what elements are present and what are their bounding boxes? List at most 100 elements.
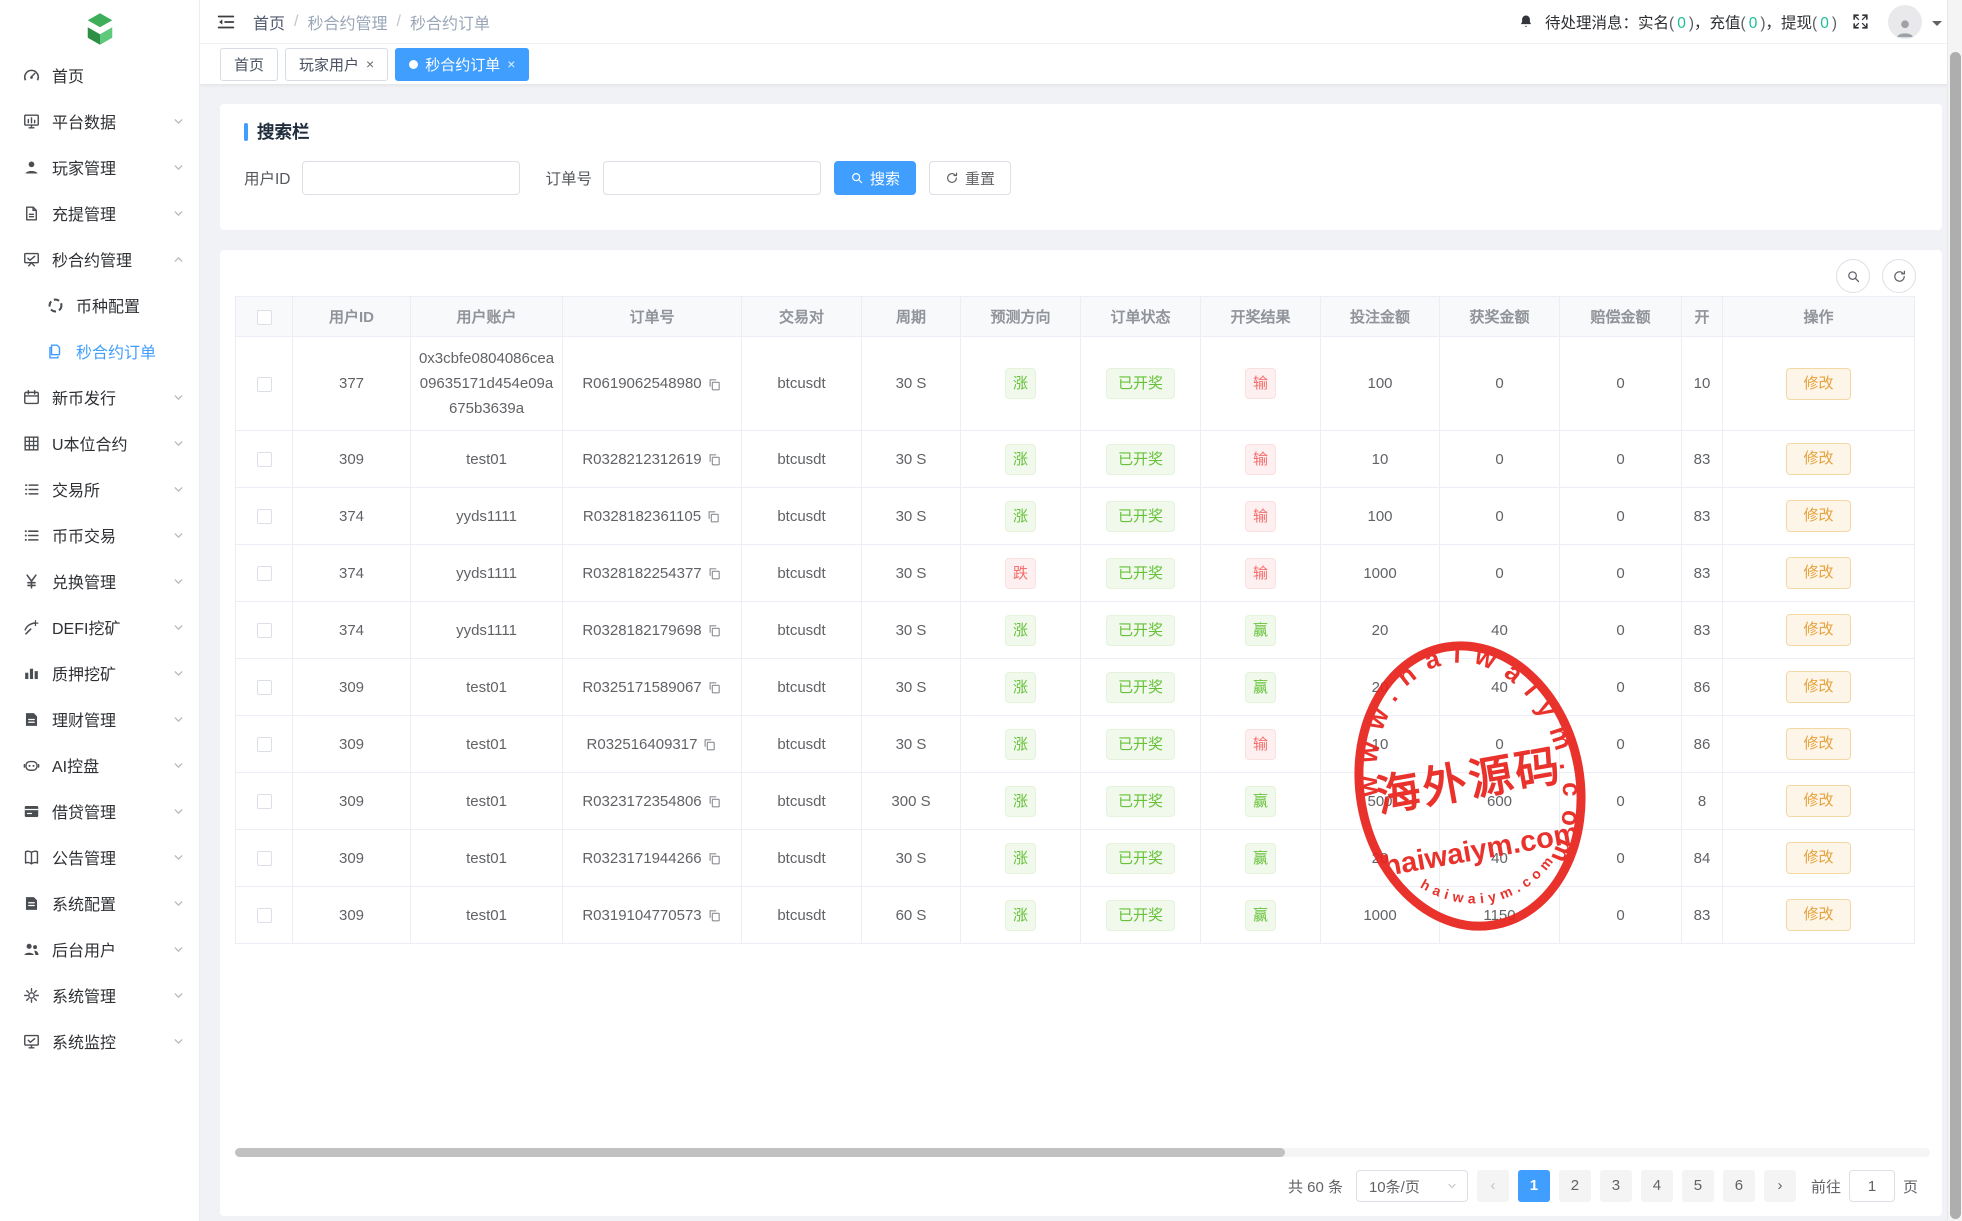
row-checkbox[interactable] [257,737,272,752]
page-button-6[interactable]: 6 [1723,1170,1755,1202]
row-checkbox[interactable] [257,908,272,923]
table-search-button[interactable] [1836,259,1870,293]
win-amount-cell: 0 [1440,545,1560,602]
tab-玩家用户[interactable]: 玩家用户× [285,48,388,81]
sidebar-item-announcement[interactable]: 公告管理 [0,834,199,880]
row-checkbox[interactable] [257,851,272,866]
sidebar-item-defi-mining[interactable]: DEFI挖矿 [0,604,199,650]
edit-button[interactable]: 修改 [1786,728,1850,760]
page-button-2[interactable]: 2 [1559,1170,1591,1202]
copy-icon[interactable] [707,566,722,581]
sidebar-item-seconds-orders[interactable]: 秒合约订单 [0,328,199,374]
row-checkbox[interactable] [257,623,272,638]
edit-button[interactable]: 修改 [1786,899,1850,931]
sidebar-item-lending[interactable]: 借贷管理 [0,788,199,834]
vertical-scrollbar-thumb[interactable] [1950,52,1961,1219]
breadcrumb-item[interactable]: 秒合约管理 [307,10,387,34]
row-checkbox[interactable] [257,377,272,392]
sidebar-item-admin-users[interactable]: 后台用户 [0,926,199,972]
direction-cell: 涨 [961,887,1081,944]
sidebar-item-home[interactable]: 首页 [0,52,199,98]
copy-icon[interactable] [702,737,717,752]
page-button-5[interactable]: 5 [1682,1170,1714,1202]
sidebar-item-spot-trade[interactable]: 币币交易 [0,512,199,558]
vertical-scrollbar [1947,0,1962,1221]
action-cell: 修改 [1723,337,1915,431]
tab-秒合约订单[interactable]: 秒合约订单× [395,48,529,81]
edit-button[interactable]: 修改 [1786,842,1850,874]
edit-button[interactable]: 修改 [1786,785,1850,817]
user-id-input[interactable] [302,161,520,195]
edit-button[interactable]: 修改 [1786,671,1850,703]
table-refresh-button[interactable] [1882,259,1916,293]
close-icon[interactable]: × [507,57,515,71]
page-button-3[interactable]: 3 [1600,1170,1632,1202]
sidebar-item-system-config[interactable]: 系统配置 [0,880,199,926]
prev-page-button[interactable]: ‹ [1477,1170,1509,1202]
page-button-4[interactable]: 4 [1641,1170,1673,1202]
action-cell: 修改 [1723,830,1915,887]
sidebar-item-platform-data[interactable]: 平台数据 [0,98,199,144]
result-badge: 输 [1245,729,1276,760]
sidebar-item-exchange[interactable]: 交易所 [0,466,199,512]
row-checkbox[interactable] [257,794,272,809]
page-size-select[interactable]: 10条/页 [1356,1170,1468,1202]
edit-button[interactable]: 修改 [1786,500,1850,532]
search-button[interactable]: 搜索 [834,161,916,195]
sidebar-item-swap-manage[interactable]: 兑换管理 [0,558,199,604]
sidebar-item-finance[interactable]: 理财管理 [0,696,199,742]
sidebar-item-seconds-contract[interactable]: 秒合约管理 [0,236,199,282]
sidebar-item-system-manage[interactable]: 系统管理 [0,972,199,1018]
copy-icon[interactable] [706,509,721,524]
copy-icon[interactable] [707,908,722,923]
sidebar-item-system-monitor[interactable]: 系统监控 [0,1018,199,1064]
action-cell: 修改 [1723,659,1915,716]
sidebar-item-usdt-contract[interactable]: U本位合约 [0,420,199,466]
sidebar-item-ai-control[interactable]: AI控盘 [0,742,199,788]
horizontal-scrollbar-thumb[interactable] [235,1148,1285,1157]
edit-button[interactable]: 修改 [1786,614,1850,646]
order-no-input[interactable] [603,161,821,195]
column-header: 赔偿金额 [1560,297,1682,337]
goto-page-input[interactable] [1849,1170,1895,1202]
edit-button[interactable]: 修改 [1786,557,1850,589]
bell-icon[interactable] [1517,12,1535,31]
sidebar-item-deposit-withdraw[interactable]: 充提管理 [0,190,199,236]
deposit-withdraw-icon [22,204,41,223]
edit-button[interactable]: 修改 [1786,368,1850,400]
copy-icon[interactable] [707,377,722,392]
avatar[interactable] [1888,5,1922,39]
select-all-checkbox[interactable] [257,310,272,325]
copy-icon[interactable] [707,794,722,809]
row-checkbox[interactable] [257,680,272,695]
close-icon[interactable]: × [366,57,374,71]
sidebar-item-label: 新币发行 [52,385,172,409]
row-checkbox[interactable] [257,509,272,524]
row-checkbox[interactable] [257,566,272,581]
open-price-cell: 83 [1682,488,1723,545]
copy-icon[interactable] [707,680,722,695]
tab-首页[interactable]: 首页 [220,48,278,81]
reset-button[interactable]: 重置 [929,161,1011,195]
copy-icon[interactable] [707,452,722,467]
sidebar-item-player-manage[interactable]: 玩家管理 [0,144,199,190]
fullscreen-icon[interactable] [1851,12,1870,31]
table-row: 309test01R0325171589067btcusdt30 S涨已开奖赢2… [236,659,1915,716]
copy-icon[interactable] [707,851,722,866]
row-checkbox[interactable] [257,452,272,467]
sidebar-item-staking[interactable]: 质押挖矿 [0,650,199,696]
coin-config-icon [46,296,65,315]
open-price-cell: 83 [1682,431,1723,488]
copy-icon[interactable] [707,623,722,638]
pair-cell: btcusdt [742,337,862,431]
page-button-1[interactable]: 1 [1518,1170,1550,1202]
breadcrumb-item[interactable]: 首页 [253,10,285,34]
edit-button[interactable]: 修改 [1786,443,1850,475]
sidebar-toggle-icon[interactable] [215,11,237,33]
sidebar-item-coin-config[interactable]: 币种配置 [0,282,199,328]
sidebar-item-new-coin[interactable]: 新币发行 [0,374,199,420]
result-cell: 赢 [1201,773,1321,830]
chevron-down-icon[interactable] [1932,21,1942,31]
win-amount-cell: 40 [1440,602,1560,659]
next-page-button[interactable]: › [1764,1170,1796,1202]
